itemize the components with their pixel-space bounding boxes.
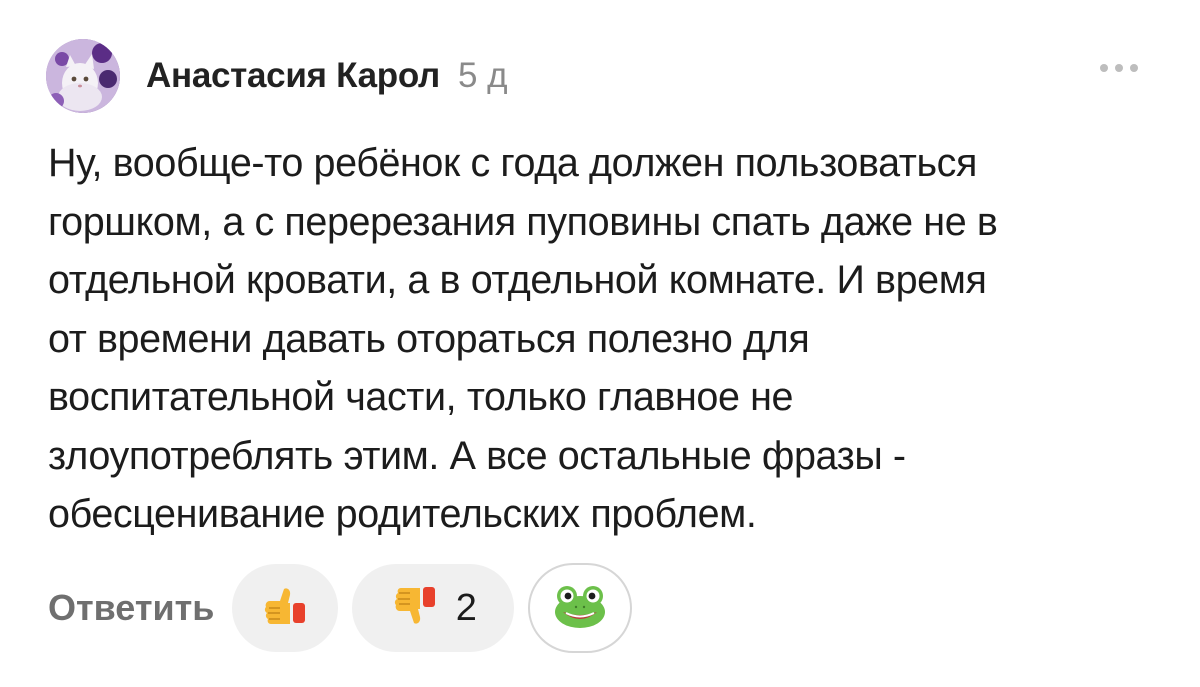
add-reaction-button[interactable] <box>528 563 633 653</box>
reply-button[interactable]: Ответить <box>48 587 214 629</box>
comment-header: Анастасия Карол 5 д <box>46 38 508 114</box>
comment-timestamp: 5 д <box>457 56 508 95</box>
dislike-count: 2 <box>455 586 477 629</box>
dot <box>1100 64 1108 72</box>
dislike-button[interactable]: 2 <box>352 564 515 652</box>
avatar[interactable] <box>46 39 120 113</box>
frog-face-icon <box>552 582 608 635</box>
more-options-icon[interactable] <box>1100 64 1138 72</box>
like-button[interactable] <box>232 564 339 652</box>
author-name[interactable]: Анастасия Карол <box>146 56 440 96</box>
comment-card: Анастасия Карол 5 д Ну, вообще-то ребёно… <box>0 0 1200 687</box>
comment-text: Ну, вообще-то ребёнок с года должен поль… <box>48 141 998 536</box>
thumbs-up-icon <box>260 581 310 636</box>
dot <box>1130 64 1138 72</box>
thumbs-down-icon <box>390 581 440 636</box>
dot <box>1115 64 1123 72</box>
comment-actions: Ответить 2 <box>48 562 646 654</box>
